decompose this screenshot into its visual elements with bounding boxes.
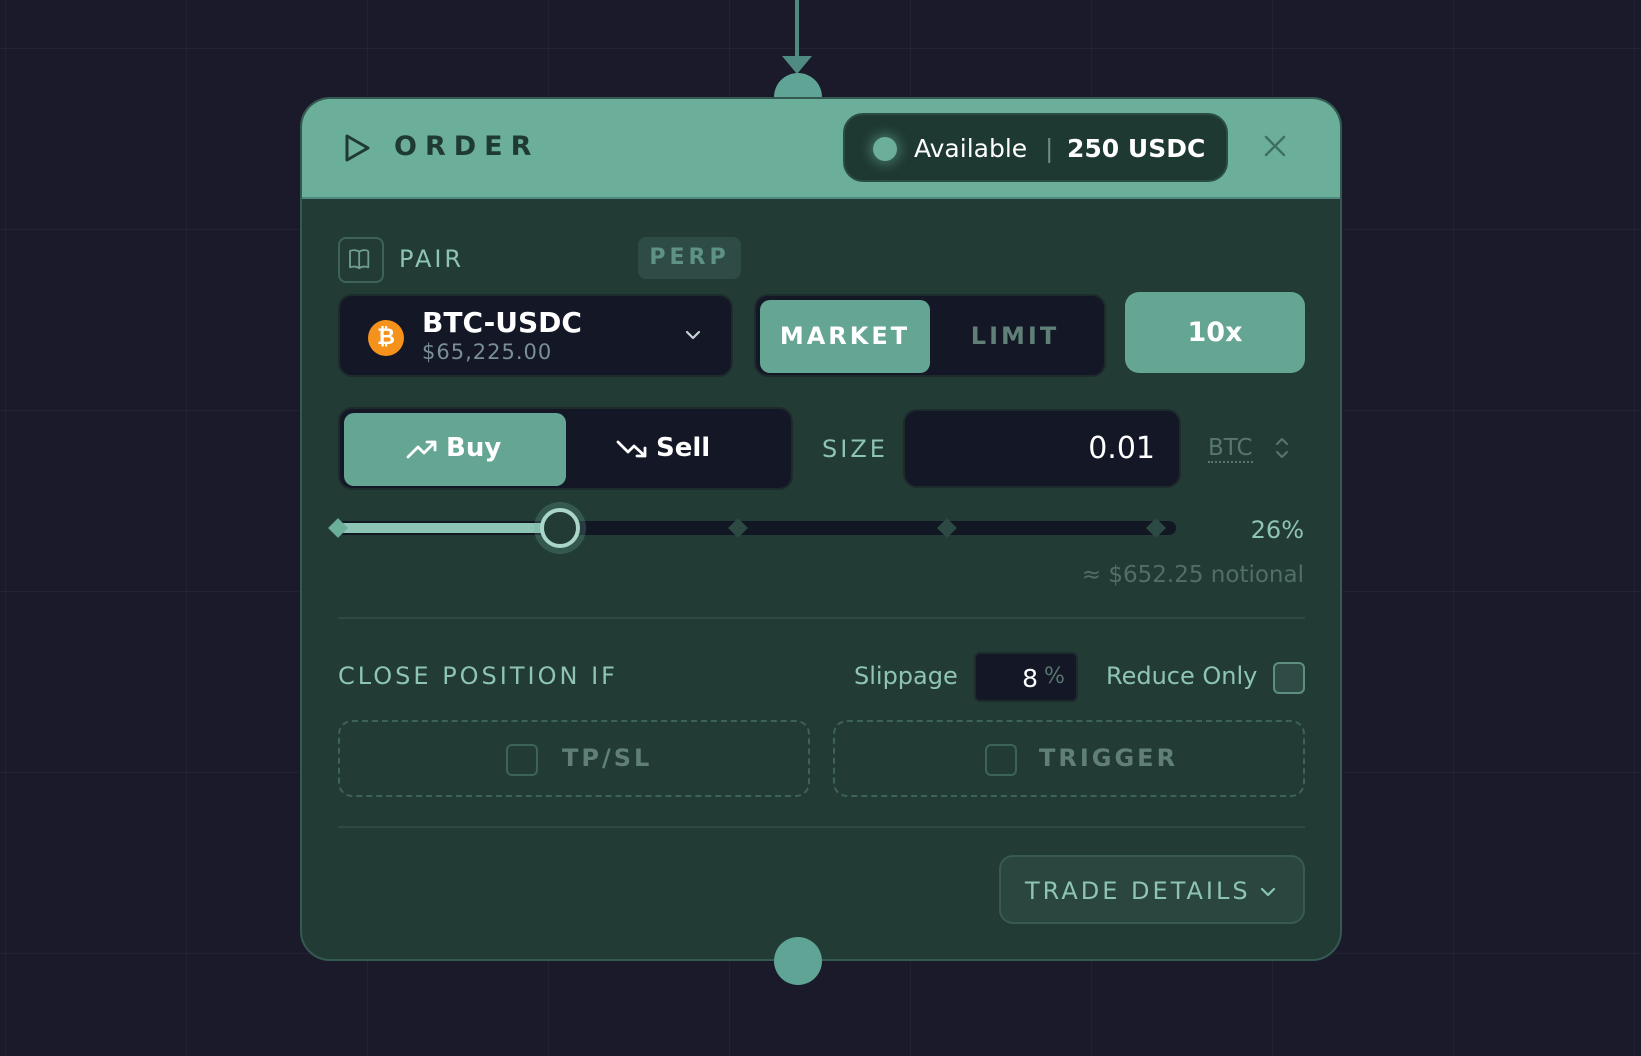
size-label: SIZE — [822, 435, 888, 463]
reduce-only-checkbox[interactable] — [1273, 662, 1305, 694]
trigger-toggle[interactable]: TRIGGER — [833, 720, 1305, 797]
sell-button[interactable]: Sell — [566, 413, 788, 486]
tpsl-toggle[interactable]: TP/SL — [338, 720, 810, 797]
trade-details-label: TRADE DETAILS — [1025, 877, 1251, 905]
size-percent: 26% — [1250, 516, 1304, 544]
order-node-card: ORDER Available | 250 USDC PAIR PERP ₿ B… — [300, 97, 1342, 961]
leverage-button[interactable]: 10x — [1125, 292, 1305, 373]
chevron-down-icon — [685, 330, 701, 340]
trigger-checkbox[interactable] — [985, 744, 1017, 776]
status-dot-icon — [873, 137, 897, 161]
size-unit-select[interactable]: BTC — [1208, 435, 1253, 463]
trending-down-icon — [616, 440, 647, 458]
close-position-label: CLOSE POSITION IF — [338, 662, 618, 690]
trade-details-button[interactable]: TRADE DETAILS — [999, 855, 1305, 924]
divider — [338, 617, 1305, 619]
buy-button[interactable]: Buy — [344, 413, 566, 486]
tab-limit[interactable]: LIMIT — [930, 300, 1100, 373]
side-toggle: Buy Sell — [338, 407, 793, 490]
tpsl-checkbox[interactable] — [506, 744, 538, 776]
connector-arrow-icon — [782, 56, 812, 74]
sell-label: Sell — [656, 433, 711, 463]
chevron-down-icon — [1260, 887, 1276, 897]
available-value: 250 USDC — [1067, 134, 1206, 163]
pair-price: $65,225.00 — [422, 340, 553, 364]
reduce-only-label: Reduce Only — [1106, 662, 1258, 690]
perp-badge: PERP — [638, 237, 741, 279]
trigger-label: TRIGGER — [1039, 744, 1179, 772]
card-header: ORDER Available | 250 USDC — [302, 99, 1340, 199]
book-icon — [338, 237, 384, 283]
notional-value: ≈ $652.25 notional — [1081, 562, 1304, 588]
slippage-input[interactable]: 8 % — [974, 652, 1078, 702]
output-handle[interactable] — [774, 937, 822, 985]
available-separator: | — [1045, 134, 1054, 163]
buy-label: Buy — [446, 433, 502, 463]
pair-select[interactable]: ₿ BTC-USDC $65,225.00 — [338, 294, 733, 377]
close-icon[interactable] — [1260, 131, 1290, 161]
available-label: Available — [914, 134, 1028, 163]
tab-market[interactable]: MARKET — [760, 300, 930, 373]
slippage-label: Slippage — [854, 662, 958, 690]
size-slider-fill — [338, 523, 560, 533]
divider — [338, 826, 1305, 828]
pair-symbol: BTC-USDC — [422, 306, 582, 339]
play-icon — [345, 134, 370, 162]
tpsl-label: TP/SL — [562, 744, 653, 772]
size-slider-thumb[interactable] — [540, 508, 580, 548]
chevron-up-down-icon[interactable] — [1274, 434, 1290, 462]
bitcoin-icon: ₿ — [368, 320, 404, 356]
slippage-value: 8 — [1022, 664, 1038, 693]
card-title: ORDER — [394, 131, 540, 162]
trending-up-icon — [406, 440, 437, 459]
size-input[interactable]: 0.01 — [903, 409, 1181, 488]
connector-line-in — [795, 0, 799, 62]
order-type-toggle: MARKET LIMIT — [754, 294, 1106, 377]
pair-label: PAIR — [399, 245, 465, 273]
slippage-unit: % — [1044, 664, 1065, 689]
available-balance-pill: Available | 250 USDC — [843, 113, 1228, 182]
